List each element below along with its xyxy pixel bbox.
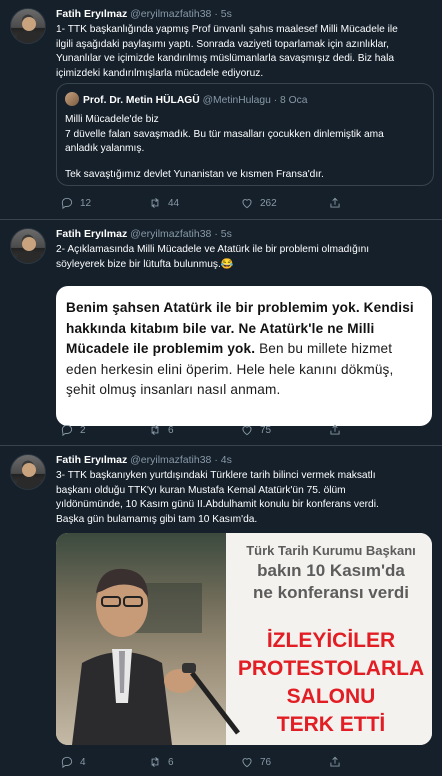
heart-icon: [242, 426, 252, 436]
quoted-last-line: Tek savaştığımız devlet Yunanistan ve kı…: [65, 169, 324, 180]
tweet-line: 1- TTK başkanlığında yapmış Prof ünvanlı…: [56, 24, 398, 35]
avatar[interactable]: [10, 228, 46, 264]
retweet-button[interactable]: 6: [148, 752, 174, 772]
reply-icon: [61, 756, 73, 769]
reply-button[interactable]: 2: [60, 420, 86, 440]
quoted-tweet[interactable]: Prof. Dr. Metin HÜLAGÜ @MetinHulagu · 8 …: [56, 83, 434, 186]
headline-gray-1: Türk Tarih Kurumu Başkanı: [246, 543, 416, 558]
like-button[interactable]: 262: [240, 193, 277, 213]
reply-icon: [61, 197, 73, 210]
headline-red-4: TERK ETTİ: [276, 713, 386, 736]
headline-red-2: PROTESTOLARLA: [237, 657, 425, 680]
author-name[interactable]: Fatih Eryılmaz: [56, 454, 127, 466]
heart-icon: [242, 199, 252, 209]
share-button[interactable]: [328, 193, 342, 213]
author-meta: @eryilmazfatih38 · 5s: [130, 8, 232, 20]
share-icon: [330, 756, 340, 767]
tweet-text: 3- TTK başkanıyken yurtdışındaki Türkler…: [56, 469, 432, 527]
tweet-text: 1- TTK başkanlığında yapmış Prof ünvanlı…: [56, 23, 432, 81]
reply-icon: [61, 424, 73, 437]
quoted-avatar: [65, 92, 79, 106]
share-icon: [330, 424, 340, 435]
quoted-author-name: Prof. Dr. Metin HÜLAGÜ: [83, 95, 200, 106]
headline-red-1: İZLEYİCİLER: [266, 629, 396, 652]
retweet-count: 44: [168, 197, 180, 209]
tweet-3[interactable]: Fatih Eryılmaz @eryilmazfatih38 · 4s 3- …: [0, 446, 442, 776]
tweet-header: Fatih Eryılmaz @eryilmazfatih38 · 4s: [56, 454, 232, 466]
tweet-2[interactable]: Fatih Eryılmaz @eryilmazfatih38 · 5s 2- …: [0, 220, 442, 446]
tweet-line: 2- Açıklamasında Milli Mücadele ve Atatü…: [56, 244, 370, 255]
quoted-line: Milli Mücadele'de biz: [65, 114, 159, 125]
tweet-actions: 2 6 75: [56, 420, 340, 440]
share-button[interactable]: [328, 752, 342, 772]
quoted-author-meta: @MetinHulagu · 8 Oca: [202, 95, 308, 106]
reply-count: 2: [80, 424, 86, 436]
retweet-icon: [151, 198, 159, 208]
quoted-line: anladık yalanmış.: [65, 143, 145, 154]
retweet-icon: [151, 425, 159, 435]
retweet-button[interactable]: 44: [148, 193, 179, 213]
like-count: 262: [260, 197, 277, 209]
tweet-1[interactable]: Fatih Eryılmaz @eryilmazfatih38 · 5s 1- …: [0, 0, 442, 220]
like-button[interactable]: 75: [240, 420, 271, 440]
tweet-line: ilgili aşağıdaki paylaşımı yaptı. Sonrad…: [56, 38, 389, 50]
quoted-text: Milli Mücadele'de biz 7 düvelle falan sa…: [65, 113, 415, 157]
retweet-button[interactable]: 6: [148, 420, 174, 440]
like-count: 76: [260, 756, 272, 768]
author-meta: @eryilmazfatih38 · 5s: [130, 228, 232, 240]
retweet-icon: [151, 757, 159, 767]
like-count: 75: [260, 424, 272, 436]
author-name[interactable]: Fatih Eryılmaz: [56, 228, 127, 240]
tweet-actions: 12 44 262: [56, 193, 340, 213]
tweet-line: başkanı olduğu TTK'yı kuran Mustafa Kema…: [56, 484, 346, 496]
share-icon: [330, 197, 340, 208]
tweet-text: 2- Açıklamasında Milli Mücadele ve Atatü…: [56, 243, 432, 272]
author-meta: @eryilmazfatih38 · 4s: [130, 454, 232, 466]
heart-icon: [242, 758, 252, 768]
tweet-line: yıldönümünde, 10 Kasım günü II.Abdulhami…: [56, 499, 379, 510]
tweet-line: Yunanlılar ve içimizde kandırılmış müslü…: [56, 53, 395, 64]
reply-count: 12: [80, 197, 92, 209]
avatar[interactable]: [10, 8, 46, 44]
avatar[interactable]: [10, 454, 46, 490]
tweet-line: 3- TTK başkanıyken yurtdışındaki Türkler…: [56, 470, 376, 481]
headline-red-3: SALONU: [286, 685, 376, 708]
tweet-line: içimizdeki kandırılmışlarla mücadele edi…: [56, 67, 264, 79]
card-text: Benim şahsen Atatürk ile bir problemim y…: [66, 298, 422, 401]
text-image-card[interactable]: Benim şahsen Atatürk ile bir problemim y…: [56, 286, 432, 426]
tweet-line: Başka gün bulamamış gibi tam 10 Kasım'da…: [56, 513, 258, 525]
like-button[interactable]: 76: [240, 752, 271, 772]
news-image[interactable]: Türk Tarih Kurumu Başkanı bakın 10 Kasım…: [56, 533, 432, 745]
quoted-line: 7 düvelle falan savaşmadık. Bu tür masal…: [65, 128, 384, 140]
tweet-line: söyleyerek bize bir lütufta bulunmuş.😂: [56, 258, 234, 270]
author-name[interactable]: Fatih Eryılmaz: [56, 8, 127, 20]
tweet-header: Fatih Eryılmaz @eryilmazfatih38 · 5s: [56, 8, 232, 20]
tweet-header: Fatih Eryılmaz @eryilmazfatih38 · 5s: [56, 228, 232, 240]
share-button[interactable]: [328, 420, 342, 440]
tweet-actions: 4 6 76: [56, 752, 340, 772]
reply-button[interactable]: 4: [60, 752, 86, 772]
headline-gray-2: bakın 10 Kasım'da: [257, 561, 405, 580]
speaker-photo: [72, 568, 240, 745]
retweet-count: 6: [168, 424, 174, 436]
reply-count: 4: [80, 756, 86, 768]
headline-gray-3: ne konferansı verdi: [253, 583, 409, 602]
retweet-count: 6: [168, 756, 174, 768]
reply-button[interactable]: 12: [60, 193, 91, 213]
